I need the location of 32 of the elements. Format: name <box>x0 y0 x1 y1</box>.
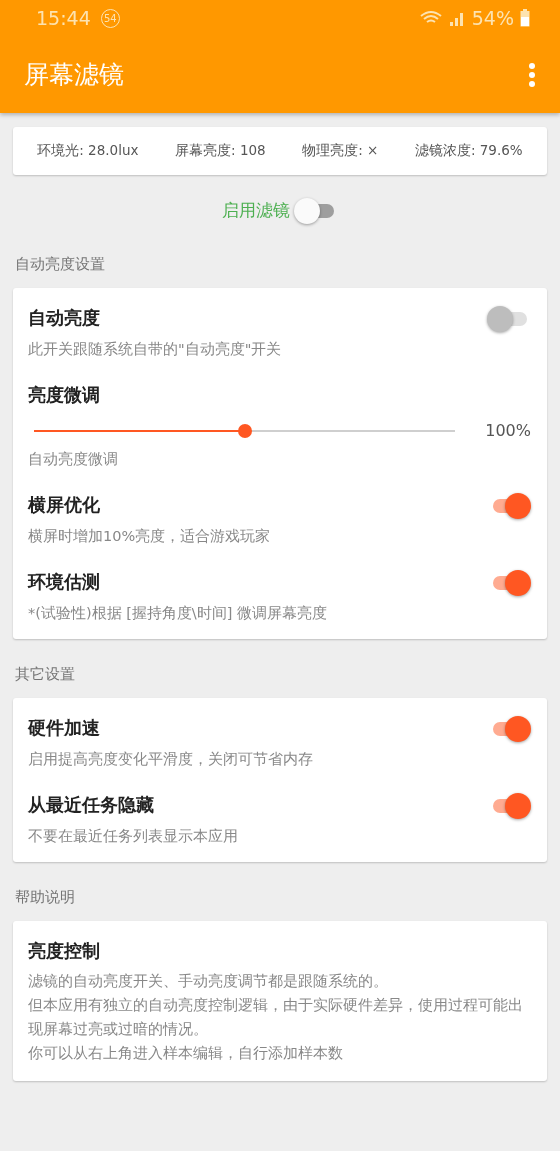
setting-summary: 横屏时增加10%亮度，适合游戏玩家 <box>28 527 272 546</box>
wifi-icon <box>419 10 442 26</box>
help-title: 亮度控制 <box>28 939 101 963</box>
section-header: 帮助说明 <box>15 888 76 907</box>
battery-icon <box>520 9 530 27</box>
setting-summary: 启用提高亮度变化平滑度，关闭可节省内存 <box>28 750 314 769</box>
setting-title: 自动亮度 <box>28 306 100 330</box>
help-text: 你可以从右上角进入样本编辑，自行添加样本数 <box>28 1044 344 1063</box>
setting-summary: *(试验性)根据 [握持角度\时间] 微调屏幕亮度 <box>28 604 328 623</box>
battery-level: 54% <box>471 7 514 29</box>
info-reading: 物理亮度: × <box>302 142 379 160</box>
setting-title: 亮度微调 <box>28 383 101 407</box>
setting-summary: 此开关跟随系统自带的"自动亮度"开关 <box>28 340 283 359</box>
info-reading: 屏幕亮度: 108 <box>175 142 266 160</box>
setting-title: 从最近任务隐藏 <box>28 793 154 817</box>
help-text: 但本应用有独立的自动亮度控制逻辑，由于实际硬件差异，使用过程可能出现屏幕过亮或过暗的情况。 <box>28 996 524 1039</box>
signal-icon <box>447 10 464 26</box>
enable-label: 启用滤镜 <box>222 198 290 222</box>
more-options-icon[interactable] <box>528 61 536 88</box>
help-text: 滤镜的自动亮度开关、手动亮度调节都是跟随系统的。 <box>28 972 389 991</box>
app-title: 屏幕滤镜 <box>24 59 124 91</box>
setting-summary: 不要在最近任务列表显示本应用 <box>28 827 239 846</box>
slider-value: 100% <box>485 421 531 440</box>
section-header: 自动亮度设置 <box>15 255 106 274</box>
setting-title: 环境估测 <box>28 570 100 594</box>
section-header: 其它设置 <box>15 665 76 684</box>
setting-title: 横屏优化 <box>28 493 100 517</box>
info-reading: 滤镜浓度: 79.6% <box>414 142 523 160</box>
setting-title: 硬件加速 <box>28 716 100 740</box>
setting-summary: 自动亮度微调 <box>28 450 119 469</box>
status-time: 15:44 <box>36 7 91 29</box>
info-reading: 环境光: 28.0lux <box>37 142 139 160</box>
